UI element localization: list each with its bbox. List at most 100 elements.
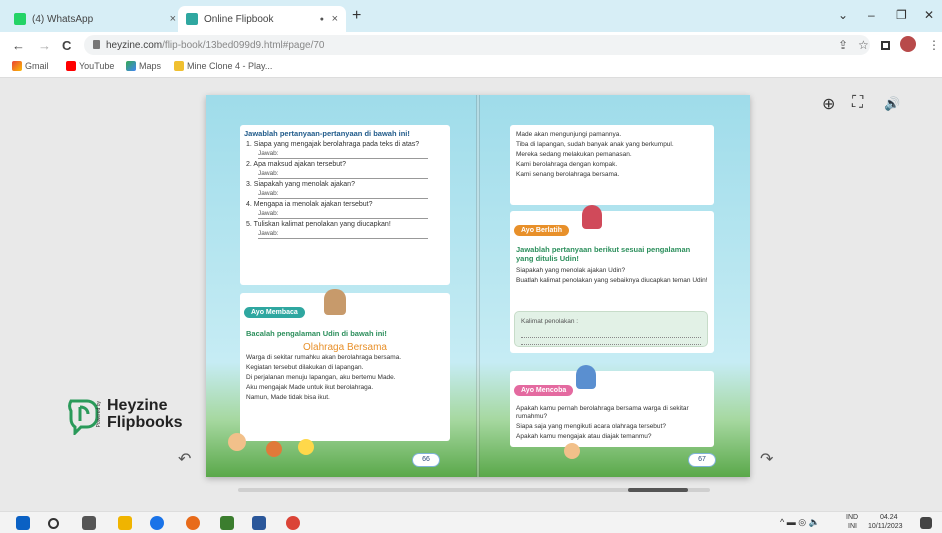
file-explorer-icon[interactable]: [118, 516, 132, 530]
google-icon[interactable]: [286, 516, 300, 530]
page-scrollbar[interactable]: [238, 488, 710, 492]
forward-button[interactable]: →: [38, 38, 51, 53]
questions-card: Jawablah pertanyaan-pertanyaan di bawah …: [240, 125, 450, 285]
try-question: Apakah kamu pernah berolahraga bersama w…: [516, 405, 689, 420]
reading-card: Ayo Membaca Bacalah pengalaman Udin di b…: [240, 289, 450, 441]
word-icon[interactable]: [252, 516, 266, 530]
story-line: Kami berolahraga dengan kompak.: [516, 161, 618, 168]
close-tab-icon[interactable]: ×: [332, 13, 338, 25]
back-button[interactable]: ←: [12, 38, 25, 53]
close-window-button[interactable]: ✕: [924, 8, 934, 22]
tab-search-icon[interactable]: ⌄: [838, 8, 848, 22]
bookmark-label: Maps: [139, 61, 162, 71]
lock-icon: [93, 40, 100, 49]
next-page-button[interactable]: ↷: [760, 449, 773, 469]
search-icon[interactable]: [48, 518, 59, 529]
gmail-icon: [12, 61, 22, 71]
firefox-icon[interactable]: [186, 516, 200, 530]
language-indicator-2: INI: [848, 523, 857, 530]
logo-line-2: Flipbooks: [107, 414, 183, 431]
reload-button[interactable]: C: [62, 38, 71, 53]
audio-dot-icon: ●: [319, 15, 324, 23]
maps-icon: [126, 61, 136, 71]
ayo-mencoba-label: Ayo Mencoba: [514, 385, 574, 396]
powered-by-label: Powered by: [96, 401, 102, 428]
heyzine-logo[interactable]: Powered by Heyzine Flipbooks: [63, 397, 183, 440]
close-tab-icon[interactable]: ×: [170, 13, 176, 25]
app-icon[interactable]: [220, 516, 234, 530]
flower-illustration: [298, 439, 314, 455]
chrome-icon[interactable]: [150, 516, 164, 530]
writing-child-illustration: [582, 205, 602, 229]
address-bar-row: ← → C heyzine.com/flip-book/13bed099d9.h…: [0, 32, 942, 58]
questions-title: Jawablah pertanyaan-pertanyaan di bawah …: [244, 129, 410, 138]
bookmark-mine-clone[interactable]: Mine Clone 4 - Play...: [174, 61, 272, 71]
page-left[interactable]: Jawablah pertanyaan-pertanyaan di bawah …: [206, 95, 478, 477]
bookmark-star-icon[interactable]: ☆: [858, 38, 869, 52]
story-paragraph: Di perjalanan menuju lapangan, aku berte…: [246, 374, 396, 381]
kid-illustration: [228, 433, 246, 451]
story-line: Mereka sedang melakukan pemanasan.: [516, 151, 632, 158]
book-spine: [476, 95, 480, 477]
kid-illustration: [266, 441, 282, 457]
practice-question: Siapakah yang menolak ajakan Udin?: [516, 267, 626, 274]
story-line: Tiba di lapangan, sudah banyak anak yang…: [516, 141, 674, 148]
story-paragraph: Namun, Made tidak bisa ikut.: [246, 394, 330, 401]
tab-whatsapp[interactable]: (4) WhatsApp ×: [6, 6, 184, 32]
bookmark-label: Gmail: [25, 61, 49, 71]
story-paragraph: Warga di sekitar rumahku akan berolahrag…: [246, 354, 402, 361]
restore-button[interactable]: ❐: [896, 8, 907, 22]
url-host: heyzine.com: [106, 39, 163, 51]
ayo-membaca-label: Ayo Membaca: [244, 307, 305, 318]
story-paragraph: Aku mengajak Made untuk ikut berolahraga…: [246, 384, 374, 391]
story-continuation-card: Made akan mengunjungi pamannya. Tiba di …: [510, 125, 714, 205]
ayo-berlatih-label: Ayo Berlatih: [514, 225, 569, 236]
story-line: Kami senang berolahraga bersama.: [516, 171, 620, 178]
menu-kebab-icon[interactable]: ⋮: [928, 38, 940, 52]
clock-time[interactable]: 04.24: [880, 514, 898, 521]
task-view-icon[interactable]: [82, 516, 96, 530]
question-item: 2. Apa maksud ajakan tersebut?: [246, 161, 347, 168]
page-right[interactable]: Made akan mengunjungi pamannya. Tiba di …: [478, 95, 750, 477]
tab-label: (4) WhatsApp: [32, 13, 94, 25]
mine-clone-icon: [174, 61, 184, 71]
fullscreen-icon[interactable]: ⛶: [852, 94, 863, 112]
windows-start-icon[interactable]: [16, 516, 30, 530]
previous-page-button[interactable]: ↶: [178, 449, 191, 469]
answer-line: Jawab:: [258, 149, 428, 159]
answer-line: Jawab:: [258, 169, 428, 179]
clock-date[interactable]: 10/11/2023: [868, 523, 903, 530]
whatsapp-icon: [14, 13, 26, 25]
bookmark-label: YouTube: [79, 61, 115, 71]
url-field[interactable]: heyzine.com/flip-book/13bed099d9.html#pa…: [84, 35, 870, 55]
bookmark-gmail[interactable]: Gmail: [12, 61, 49, 71]
system-tray-icons[interactable]: ^ ▬ ◎ 🔈: [780, 517, 820, 528]
answer-line: Jawab:: [258, 189, 428, 199]
new-tab-button[interactable]: +: [352, 7, 361, 25]
scrollbar-thumb[interactable]: [628, 488, 688, 492]
question-item: 3. Siapakah yang menolak ajakan?: [246, 181, 355, 188]
profile-avatar[interactable]: [900, 36, 916, 52]
reading-instruction: Bacalah pengalaman Udin di bawah ini!: [246, 329, 387, 338]
language-indicator[interactable]: IND: [846, 514, 858, 521]
sidepanel-icon[interactable]: [881, 41, 890, 50]
minimize-button[interactable]: –: [868, 8, 875, 22]
zoom-in-icon[interactable]: ⊕: [822, 94, 835, 114]
tab-flipbook[interactable]: Online Flipbook ● ×: [178, 6, 346, 32]
story-title: Olahraga Bersama: [303, 342, 387, 353]
share-icon[interactable]: ⇪: [838, 38, 848, 52]
windows-taskbar: ^ ▬ ◎ 🔈 IND INI 04.24 10/11/2023: [0, 511, 942, 533]
bookmark-maps[interactable]: Maps: [126, 61, 161, 71]
notifications-icon[interactable]: [920, 517, 932, 529]
bookmarks-bar: Gmail YouTube Maps Mine Clone 4 - Play..…: [0, 58, 942, 78]
kid-illustration: [564, 443, 580, 459]
youtube-icon: [66, 61, 76, 71]
heyzine-favicon-icon: [186, 13, 198, 25]
sound-icon[interactable]: 🔊: [884, 96, 900, 112]
answer-line: Jawab:: [258, 229, 428, 239]
story-paragraph: Kegiatan tersebut dilakukan di lapangan.: [246, 364, 364, 371]
tab-label: Online Flipbook: [204, 13, 274, 25]
answer-line: Jawab:: [258, 209, 428, 219]
sitting-child-illustration: [576, 365, 596, 389]
bookmark-youtube[interactable]: YouTube: [66, 61, 114, 71]
